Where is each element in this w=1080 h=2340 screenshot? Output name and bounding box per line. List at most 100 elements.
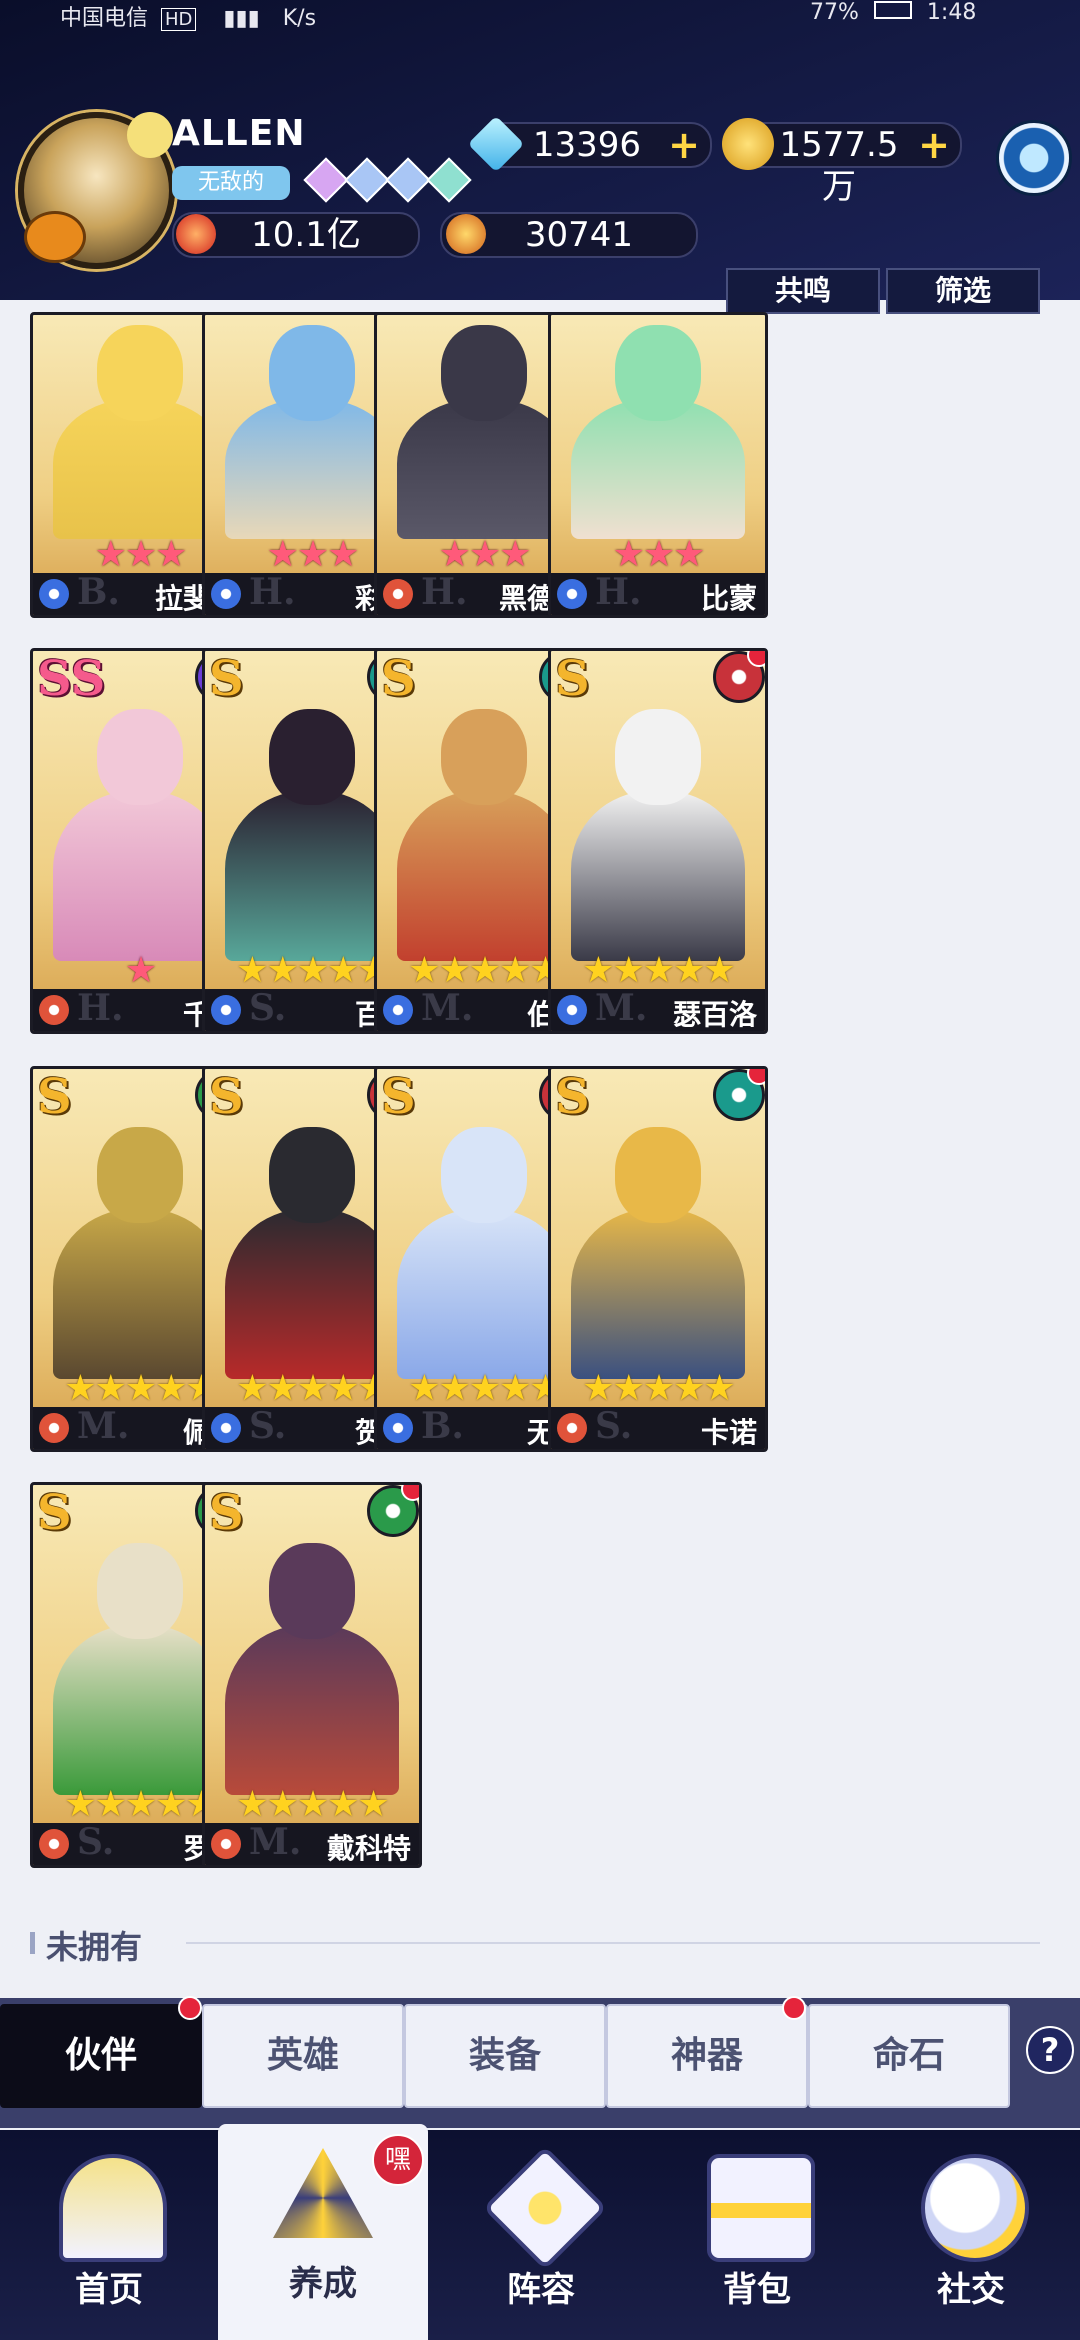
- help-icon[interactable]: ?: [1026, 2026, 1074, 2074]
- bottom-nav: 首页 嘿 养成 阵容 背包 社交: [0, 2124, 1080, 2340]
- tier-label: M.: [249, 1821, 302, 1863]
- gem-icon: [426, 157, 472, 203]
- settings-gear-icon[interactable]: [996, 120, 1072, 196]
- hero-name-bar: S. 卡诺: [551, 1405, 765, 1449]
- star-rating: ★★★★★: [205, 1787, 419, 1823]
- tab-hero[interactable]: 英雄: [202, 2004, 404, 2108]
- hero-card[interactable]: S ★★★★★ M. 瑟百洛: [548, 648, 768, 1034]
- star-icon: ★: [582, 1368, 614, 1409]
- star-icon: ★: [124, 1368, 157, 1409]
- star-rating: ★★★★★: [551, 1371, 765, 1407]
- star-icon: ★: [64, 1784, 96, 1825]
- class-icon: [39, 995, 69, 1025]
- star-icon: ★: [327, 950, 359, 991]
- class-icon: [39, 1413, 69, 1443]
- resonance-button[interactable]: 共鸣: [726, 268, 880, 314]
- gem-icon: [344, 157, 390, 203]
- nav-home[interactable]: 首页: [4, 2130, 214, 2340]
- star-icon: ★: [124, 1784, 157, 1825]
- class-icon: [383, 579, 413, 609]
- star-icon: ★: [499, 950, 531, 991]
- tier-label: S.: [77, 1821, 115, 1863]
- hero-name: 戴科特: [326, 1832, 411, 1865]
- sub-tab-bar: 伙伴 英雄 装备 神器 命石 ?: [0, 1996, 1080, 2128]
- star-icon: ★: [642, 534, 675, 575]
- rank-label: S: [209, 1069, 244, 1125]
- nav-formation-label: 阵容: [507, 2270, 575, 2310]
- star-icon: ★: [468, 1368, 501, 1409]
- backpack-icon: [707, 2154, 815, 2262]
- star-icon: ★: [236, 1368, 268, 1409]
- tab-fate-stone[interactable]: 命石: [808, 2004, 1010, 2108]
- nav-backpack[interactable]: 背包: [652, 2130, 862, 2340]
- hero-name-bar: M. 戴科特: [205, 1821, 419, 1865]
- not-owned-label: 未拥有: [46, 1928, 143, 1966]
- portrait-head: [97, 1127, 183, 1223]
- class-icon: [383, 995, 413, 1025]
- portrait-head: [615, 325, 701, 421]
- battery-text: 77%: [810, 0, 859, 25]
- tier-label: H.: [77, 987, 124, 1029]
- class-icon: [39, 579, 69, 609]
- pumpkin-icon: [24, 211, 86, 263]
- star-icon: ★: [236, 1784, 268, 1825]
- rank-label: S: [555, 651, 590, 707]
- battery-icon: [873, 1, 912, 19]
- hero-card[interactable]: ★★★ H. 比蒙: [548, 312, 768, 618]
- player-title-badge[interactable]: 无敌的: [172, 166, 290, 200]
- star-icon: ★: [266, 950, 299, 991]
- tab-partner[interactable]: 伙伴: [0, 2004, 202, 2108]
- nav-develop-label: 养成: [289, 2264, 357, 2304]
- portrait-body: [225, 1625, 399, 1795]
- portrait-body: [397, 1209, 571, 1379]
- tier-label: S.: [249, 1405, 287, 1447]
- rank-label: S: [37, 1069, 72, 1125]
- hero-card[interactable]: S ★★★★★ S. 卡诺: [548, 1066, 768, 1452]
- add-gold-button[interactable]: +: [918, 124, 950, 166]
- star-icon: ★: [408, 950, 440, 991]
- portrait-body: [53, 1209, 227, 1379]
- gold-counter[interactable]: 1577.5万 +: [722, 118, 962, 207]
- star-icon: ★: [703, 950, 735, 991]
- portrait-body: [225, 791, 399, 961]
- portrait-body: [571, 1209, 745, 1379]
- filter-button[interactable]: 筛选: [886, 268, 1040, 314]
- portrait-body: [571, 791, 745, 961]
- star-icon: ★: [236, 950, 268, 991]
- star-icon: ★: [468, 534, 501, 575]
- header: 中国电信 HD ▮▮▮ K/s 77% 1:48 ALLEN 无敌的 13396…: [0, 0, 1080, 314]
- portrait-head: [269, 1127, 355, 1223]
- add-diamond-button[interactable]: +: [668, 124, 700, 166]
- energy-counter: 30741: [440, 212, 698, 258]
- diamond-counter[interactable]: 13396 +: [467, 115, 712, 173]
- star-icon: ★: [155, 534, 187, 575]
- star-icon: ★: [468, 950, 501, 991]
- class-icon: [39, 1829, 69, 1859]
- nav-social[interactable]: 社交: [866, 2130, 1076, 2340]
- nav-develop[interactable]: 嘿 养成: [218, 2124, 428, 2340]
- star-icon: ★: [612, 534, 645, 575]
- notification-dot: [178, 1996, 202, 2020]
- player-name: ALLEN: [172, 113, 306, 154]
- tab-equipment[interactable]: 装备: [404, 2004, 606, 2108]
- status-bar: 中国电信 HD ▮▮▮ K/s 77% 1:48: [60, 0, 976, 31]
- gem-icon: [385, 157, 431, 203]
- hd-badge: HD: [161, 8, 197, 31]
- avatar[interactable]: [18, 112, 175, 269]
- star-icon: ★: [64, 1368, 96, 1409]
- home-icon: [59, 2154, 167, 2262]
- portrait-head: [97, 709, 183, 805]
- hero-card[interactable]: S ★★★★★ M. 戴科特: [202, 1482, 422, 1868]
- gem-icon: [303, 157, 349, 203]
- rank-label: S: [555, 1069, 590, 1125]
- develop-icon: [273, 2148, 373, 2238]
- social-icon: [921, 2154, 1029, 2262]
- class-icon: [211, 1829, 241, 1859]
- star-icon: ★: [124, 534, 157, 575]
- divider: [186, 1942, 1040, 1944]
- star-icon: ★: [155, 1784, 187, 1825]
- tab-artifact[interactable]: 神器: [606, 2004, 808, 2108]
- status-right: 77% 1:48: [810, 0, 1080, 25]
- signal-icon: ▮▮▮: [223, 6, 260, 31]
- nav-formation[interactable]: 阵容: [436, 2130, 646, 2340]
